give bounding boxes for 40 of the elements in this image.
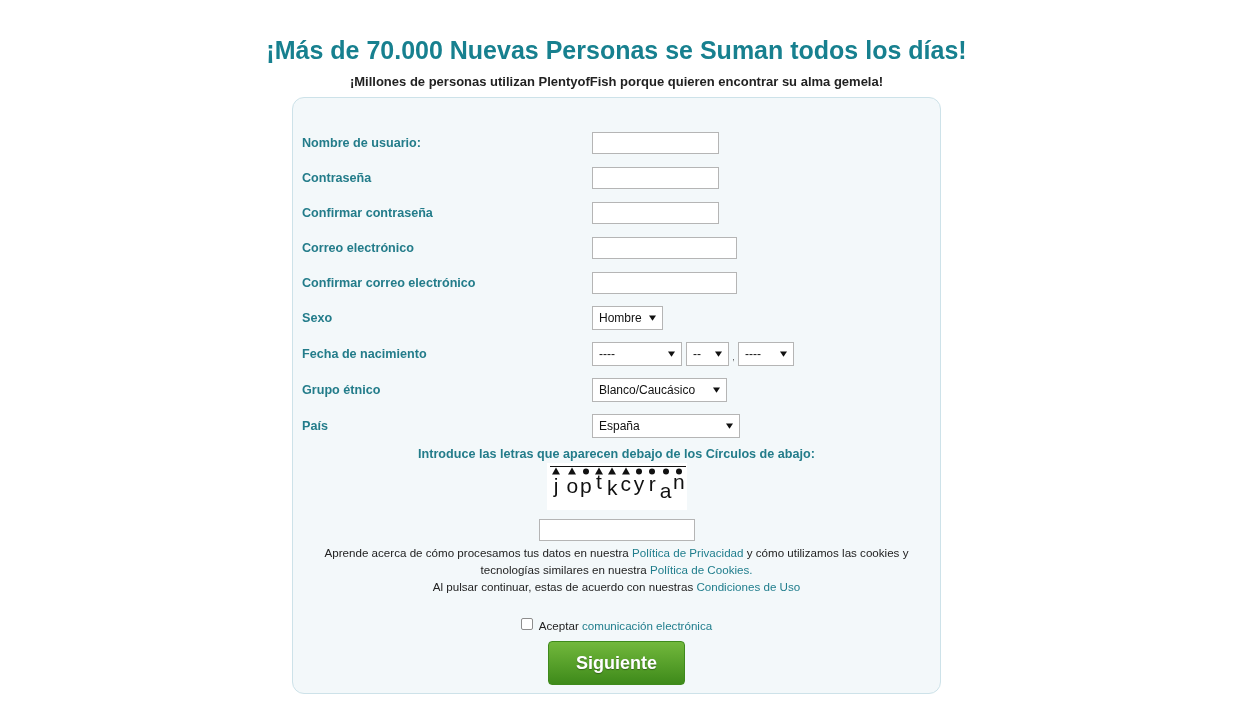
inline-link[interactable]: Condiciones de Uso	[696, 580, 801, 593]
text-field[interactable]	[592, 236, 737, 259]
legal-notice: Al pulsar continuar, estas de acuerdo con nuestras Condiciones de Uso	[431, 579, 802, 595]
headline: ¡Más de 70.000 Nuevas Personas se Suman todos los días!	[265, 35, 968, 65]
caret-icon	[780, 351, 787, 357]
caret-icon	[713, 387, 720, 393]
field-label: Nombre de usuario:	[302, 135, 421, 150]
caret-icon	[649, 315, 656, 321]
field-label: Contraseña	[302, 170, 372, 185]
dropdown[interactable]: Blanco/Caucásico	[592, 378, 727, 402]
captcha-image: j op t kcy r an	[546, 463, 687, 510]
caret-icon	[668, 351, 675, 357]
field-label: Sexo	[302, 311, 333, 325]
field-label: Confirmar correo electrónico	[302, 275, 476, 290]
field-label: Correo electrónico	[302, 240, 414, 255]
dropdown[interactable]: --	[686, 342, 729, 366]
captcha-answer-field[interactable]	[538, 519, 695, 541]
dropdown[interactable]: ----	[738, 342, 794, 366]
text-field[interactable]	[592, 166, 719, 189]
inline-link[interactable]: Política de Privacidad	[632, 546, 744, 559]
captcha-prompt: Introduce las letras que aparecen debajo de los Círculos de abajo:	[418, 446, 815, 462]
text-field[interactable]	[592, 271, 737, 294]
consent-label: Aceptar comunicación electrónica	[538, 619, 713, 632]
dropdown[interactable]: España	[592, 414, 740, 438]
caret-icon	[715, 351, 722, 357]
legal-notice: Aprende acerca de cómo procesamos tus datos en nuestra Política de Privacidad y cómo utilizamos las cookies y tecnologías similares en nuestra Política de Cookies.	[323, 545, 910, 578]
dropdown[interactable]: ----	[592, 342, 682, 366]
field-label: País	[302, 419, 328, 433]
date-separator: ,	[731, 352, 736, 362]
dropdown[interactable]: Hombre	[592, 306, 663, 330]
consent-checkbox[interactable]	[520, 617, 533, 630]
inline-link[interactable]: comunicación electrónica	[582, 619, 713, 632]
text-field[interactable]	[592, 131, 719, 154]
field-label: Fecha de nacimiento	[302, 347, 427, 361]
subheadline: ¡Millones de personas utilizan PlentyofFish porque quieren encontrar su alma gemela!	[348, 74, 885, 90]
inline-link[interactable]: Política de Cookies.	[650, 563, 753, 576]
field-label: Confirmar contraseña	[302, 205, 433, 220]
text-field[interactable]	[592, 201, 719, 224]
field-label: Grupo étnico	[302, 383, 381, 397]
caret-icon	[726, 423, 733, 429]
